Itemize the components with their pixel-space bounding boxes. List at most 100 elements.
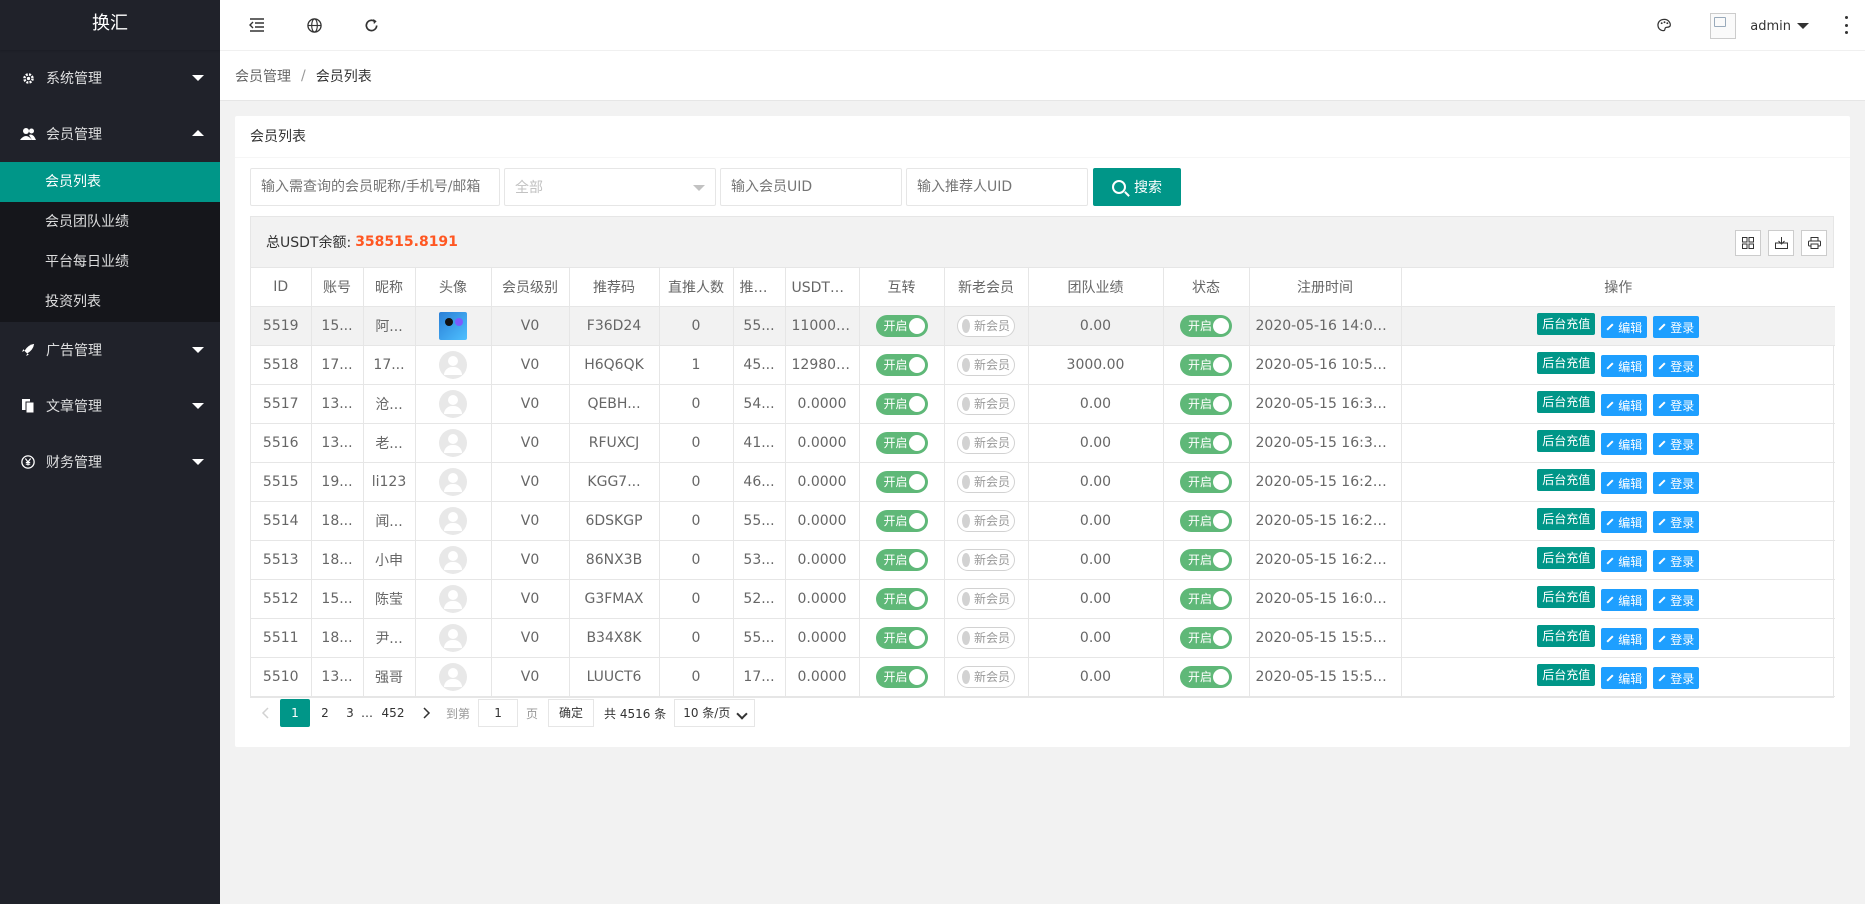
status-toggle[interactable]: 开启 — [1180, 587, 1232, 610]
recharge-button[interactable]: 后台充值 — [1537, 663, 1596, 686]
menu-fold-icon[interactable] — [246, 14, 268, 36]
recharge-button[interactable]: 后台充值 — [1537, 351, 1596, 374]
theme-palette-icon[interactable] — [1653, 14, 1675, 36]
status-toggle[interactable]: 开启 — [1180, 626, 1232, 649]
page-button[interactable]: 2 — [310, 699, 340, 727]
col-header-transfer[interactable]: 互转 — [859, 268, 945, 307]
user-menu[interactable]: admin — [1710, 12, 1809, 40]
new-member-toggle[interactable]: 新会员 — [957, 626, 1015, 649]
transfer-toggle[interactable]: 开启 — [875, 509, 928, 532]
status-toggle[interactable]: 开启 — [1180, 392, 1232, 415]
new-member-toggle[interactable]: 新会员 — [957, 353, 1015, 376]
col-header-usdt[interactable]: USDT余额 — [785, 268, 860, 307]
status-toggle[interactable]: 开启 — [1180, 314, 1232, 337]
print-icon[interactable] — [1801, 230, 1827, 256]
sidebar-subitem-daily-performance[interactable]: 平台每日业绩 — [0, 242, 220, 282]
transfer-toggle[interactable]: 开启 — [875, 431, 928, 454]
recharge-button[interactable]: 后台充值 — [1537, 585, 1596, 608]
sidebar-item-members[interactable]: 会员管理 — [0, 106, 220, 162]
default-avatar-icon[interactable] — [439, 662, 467, 691]
edit-button[interactable]: 编辑 — [1601, 667, 1648, 690]
page-button[interactable]: 452 — [374, 699, 412, 727]
col-header-nickname[interactable]: 昵称 — [363, 268, 416, 307]
export-icon[interactable] — [1768, 230, 1794, 256]
recharge-button[interactable]: 后台充值 — [1537, 546, 1596, 569]
default-avatar-icon[interactable] — [439, 428, 467, 457]
recharge-button[interactable]: 后台充值 — [1537, 468, 1596, 491]
default-avatar-icon[interactable] — [439, 623, 467, 652]
status-toggle[interactable]: 开启 — [1180, 470, 1232, 493]
transfer-toggle[interactable]: 开启 — [875, 626, 928, 649]
default-avatar-icon[interactable] — [439, 350, 467, 379]
globe-icon[interactable] — [303, 14, 325, 36]
edit-button[interactable]: 编辑 — [1601, 550, 1648, 573]
member-uid-input[interactable] — [720, 168, 902, 206]
default-avatar-icon[interactable] — [439, 389, 467, 418]
col-header-id[interactable]: ID — [251, 268, 312, 307]
transfer-toggle[interactable]: 开启 — [875, 392, 928, 415]
member-type-select[interactable]: 全部 — [504, 168, 716, 206]
transfer-toggle[interactable]: 开启 — [875, 548, 928, 571]
col-header-status[interactable]: 状态 — [1163, 268, 1250, 307]
transfer-toggle[interactable]: 开启 — [875, 587, 928, 610]
edit-button[interactable]: 编辑 — [1601, 355, 1648, 378]
status-toggle[interactable]: 开启 — [1180, 509, 1232, 532]
member-avatar-image[interactable] — [439, 311, 467, 340]
col-header-ref-code[interactable]: 推荐码 — [569, 268, 660, 307]
new-member-toggle[interactable]: 新会员 — [957, 509, 1015, 532]
sidebar-item-finance[interactable]: 财务管理 — [0, 434, 220, 490]
login-button[interactable]: 登录 — [1653, 589, 1700, 612]
col-header-team-performance[interactable]: 团队业绩 — [1028, 268, 1164, 307]
login-button[interactable]: 登录 — [1653, 316, 1700, 339]
sidebar-item-articles[interactable]: 文章管理 — [0, 378, 220, 434]
sidebar-item-ads[interactable]: 广告管理 — [0, 322, 220, 378]
status-toggle[interactable]: 开启 — [1180, 665, 1232, 688]
status-toggle[interactable]: 开启 — [1180, 548, 1232, 571]
login-button[interactable]: 登录 — [1653, 433, 1700, 456]
status-toggle[interactable]: 开启 — [1180, 353, 1232, 376]
prev-page-icon[interactable] — [250, 699, 280, 727]
per-page-select[interactable]: 10 条/页 — [674, 699, 756, 727]
login-button[interactable]: 登录 — [1653, 628, 1700, 651]
edit-button[interactable]: 编辑 — [1601, 472, 1648, 495]
new-member-toggle[interactable]: 新会员 — [957, 665, 1015, 688]
login-button[interactable]: 登录 — [1653, 394, 1700, 417]
sidebar-item-system[interactable]: 系统管理 — [0, 50, 220, 106]
recharge-button[interactable]: 后台充值 — [1537, 429, 1596, 452]
col-header-account[interactable]: 账号 — [311, 268, 364, 307]
sidebar-subitem-member-list[interactable]: 会员列表 — [0, 162, 220, 202]
default-avatar-icon[interactable] — [439, 506, 467, 535]
login-button[interactable]: 登录 — [1653, 511, 1700, 534]
col-header-direct-count[interactable]: 直推人数 — [659, 268, 734, 307]
sidebar-subitem-investment-list[interactable]: 投资列表 — [0, 282, 220, 322]
more-vertical-icon[interactable] — [1843, 16, 1849, 34]
new-member-toggle[interactable]: 新会员 — [957, 548, 1015, 571]
recharge-button[interactable]: 后台充值 — [1537, 624, 1596, 647]
transfer-toggle[interactable]: 开启 — [875, 470, 928, 493]
edit-button[interactable]: 编辑 — [1601, 433, 1648, 456]
login-button[interactable]: 登录 — [1653, 550, 1700, 573]
page-button[interactable]: 1 — [280, 699, 310, 727]
col-header-avatar[interactable]: 头像 — [415, 268, 492, 307]
new-member-toggle[interactable]: 新会员 — [957, 587, 1015, 610]
recharge-button[interactable]: 后台充值 — [1537, 390, 1596, 413]
transfer-toggle[interactable]: 开启 — [875, 353, 928, 376]
default-avatar-icon[interactable] — [439, 545, 467, 574]
login-button[interactable]: 登录 — [1653, 472, 1700, 495]
default-avatar-icon[interactable] — [439, 584, 467, 613]
new-member-toggle[interactable]: 新会员 — [957, 392, 1015, 415]
transfer-toggle[interactable]: 开启 — [875, 314, 928, 337]
transfer-toggle[interactable]: 开启 — [875, 665, 928, 688]
col-header-referrer[interactable]: 推荐人 — [733, 268, 786, 307]
new-member-toggle[interactable]: 新会员 — [957, 314, 1015, 337]
refresh-icon[interactable] — [360, 14, 382, 36]
recharge-button[interactable]: 后台充值 — [1537, 312, 1596, 335]
new-member-toggle[interactable]: 新会员 — [957, 470, 1015, 493]
edit-button[interactable]: 编辑 — [1601, 511, 1648, 534]
default-avatar-icon[interactable] — [439, 467, 467, 496]
edit-button[interactable]: 编辑 — [1601, 628, 1648, 651]
breadcrumb-parent[interactable]: 会员管理 — [235, 66, 291, 86]
col-header-new-old[interactable]: 新老会员 — [944, 268, 1029, 307]
search-button[interactable]: 搜索 — [1093, 168, 1181, 206]
login-button[interactable]: 登录 — [1653, 355, 1700, 378]
